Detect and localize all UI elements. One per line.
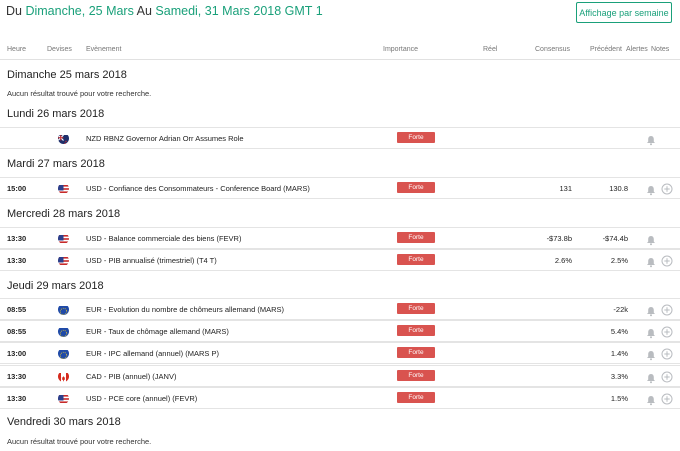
event-title[interactable]: USD - Confiance des Consommateurs - Conf…	[86, 184, 310, 193]
event-row[interactable]: 13:30 USD - PIB annualisé (trimestriel) (…	[0, 249, 680, 271]
col-evenement: Evènement	[86, 46, 122, 53]
importance-badge: Forte	[397, 182, 435, 193]
event-row[interactable]: 08:55 EUR - Evolution du nombre de chômeu…	[0, 298, 680, 320]
importance-badge: Forte	[397, 303, 435, 314]
col-precedent: Précédent	[590, 46, 622, 53]
column-headers: Heure Devises Evènement Importance Réel …	[0, 42, 680, 60]
importance-badge: Forte	[397, 347, 435, 358]
importance-badge: Forte	[397, 370, 435, 381]
event-title[interactable]: EUR - IPC allemand (annuel) (MARS P)	[86, 349, 219, 358]
event-time: 13:00	[7, 349, 27, 358]
range-start-date[interactable]: Dimanche, 25 Mars	[25, 4, 133, 18]
col-reel: Réel	[483, 46, 498, 53]
previous-value: 1.4%	[610, 349, 628, 358]
event-row[interactable]: 08:55 EUR - Taux de chômage allemand (MAR…	[0, 320, 680, 342]
event-row[interactable]: 15:00 USD - Confiance des Consommateurs -…	[0, 177, 680, 199]
add-note-icon[interactable]	[661, 392, 673, 405]
add-note-icon[interactable]	[661, 370, 673, 383]
us-flag-icon	[58, 183, 69, 194]
event-row[interactable]: 13:30 USD - Balance commerciale des biens…	[0, 227, 680, 249]
bell-icon[interactable]	[646, 133, 656, 146]
col-notes: Notes	[651, 46, 670, 53]
event-title[interactable]: EUR - Evolution du nombre de chômeurs al…	[86, 305, 284, 314]
us-flag-icon	[58, 233, 69, 244]
range-timezone[interactable]: GMT 1	[285, 4, 323, 18]
previous-value: 130.8	[609, 184, 628, 193]
eu-flag-icon	[58, 348, 69, 359]
range-middle: Au	[136, 4, 152, 18]
event-title[interactable]: USD - Balance commerciale des biens (FEV…	[86, 234, 241, 243]
day-header: Mercredi 28 mars 2018	[7, 208, 121, 220]
consensus-value: 131	[559, 184, 572, 193]
event-time: 13:30	[7, 372, 27, 381]
consensus-value: -$73.8b	[546, 234, 572, 243]
event-title[interactable]: USD - PIB annualisé (trimestriel) (T4 T)	[86, 256, 217, 265]
date-range: Du Dimanche, 25 Mars Au Samedi, 31 Mars …	[6, 4, 323, 18]
event-title[interactable]: NZD RBNZ Governor Adrian Orr Assumes Rol…	[86, 134, 244, 143]
event-time: 13:30	[7, 256, 27, 265]
us-flag-icon	[58, 393, 69, 404]
add-note-icon[interactable]	[661, 303, 673, 316]
eu-flag-icon	[58, 326, 69, 337]
week-view-button[interactable]: Affichage par semaine	[576, 2, 672, 23]
bell-icon[interactable]	[646, 233, 656, 246]
day-header: Mardi 27 mars 2018	[7, 158, 105, 170]
previous-value: -22k	[613, 305, 628, 314]
importance-badge: Forte	[397, 254, 435, 265]
bell-icon[interactable]	[646, 304, 656, 317]
no-result-text: Aucun résultat trouvé pour votre recherc…	[7, 437, 152, 446]
importance-badge: Forte	[397, 325, 435, 336]
previous-value: -$74.4b	[602, 234, 628, 243]
event-time: 08:55	[7, 327, 27, 336]
add-note-icon[interactable]	[661, 325, 673, 338]
header-bar: Du Dimanche, 25 Mars Au Samedi, 31 Mars …	[0, 0, 680, 36]
event-row[interactable]: 13:30 CAD - PIB (annuel) (JANV) Forte 3.3%	[0, 365, 680, 387]
col-importance: Importance	[383, 46, 419, 53]
no-result-text: Aucun résultat trouvé pour votre recherc…	[7, 89, 152, 98]
eu-flag-icon	[58, 304, 69, 315]
day-header: Jeudi 29 mars 2018	[7, 280, 104, 292]
add-note-icon[interactable]	[661, 347, 673, 360]
col-heure: Heure	[7, 46, 27, 53]
previous-value: 2.5%	[610, 256, 628, 265]
importance-badge: Forte	[397, 132, 435, 143]
event-title[interactable]: USD - PCE core (annuel) (FEVR)	[86, 394, 197, 403]
event-row[interactable]: 13:30 USD - PCE core (annuel) (FEVR) Forte…	[0, 387, 680, 409]
col-consensus: Consensus	[535, 46, 571, 53]
event-title[interactable]: CAD - PIB (annuel) (JANV)	[86, 372, 176, 381]
us-flag-icon	[58, 255, 69, 266]
event-title[interactable]: EUR - Taux de chômage allemand (MARS)	[86, 327, 229, 336]
event-row[interactable]: 13:00 EUR - IPC allemand (annuel) (MARS P…	[0, 342, 680, 364]
event-row[interactable]: NZD RBNZ Governor Adrian Orr Assumes Rol…	[0, 127, 680, 149]
importance-badge: Forte	[397, 232, 435, 243]
event-time: 08:55	[7, 305, 27, 314]
previous-value: 5.4%	[610, 327, 628, 336]
nz-flag-icon	[58, 133, 69, 144]
add-note-icon[interactable]	[661, 182, 673, 195]
range-end-date[interactable]: Samedi, 31 Mars 2018	[155, 4, 281, 18]
ca-flag-icon	[58, 371, 69, 382]
col-devises: Devises	[47, 46, 72, 53]
range-prefix: Du	[6, 4, 22, 18]
event-time: 13:30	[7, 234, 27, 243]
event-time: 13:30	[7, 394, 27, 403]
add-note-icon[interactable]	[661, 254, 673, 267]
bell-icon[interactable]	[646, 255, 656, 268]
previous-value: 1.5%	[610, 394, 628, 403]
bell-icon[interactable]	[646, 348, 656, 361]
day-header: Dimanche 25 mars 2018	[7, 69, 127, 81]
previous-value: 3.3%	[610, 372, 628, 381]
bell-icon[interactable]	[646, 183, 656, 196]
importance-badge: Forte	[397, 392, 435, 403]
day-header: Vendredi 30 mars 2018	[7, 416, 121, 428]
col-alertes: Alertes	[626, 46, 648, 53]
bell-icon[interactable]	[646, 371, 656, 384]
event-time: 15:00	[7, 184, 27, 193]
bell-icon[interactable]	[646, 393, 656, 406]
bell-icon[interactable]	[646, 326, 656, 339]
consensus-value: 2.6%	[554, 256, 572, 265]
day-header: Lundi 26 mars 2018	[7, 108, 105, 120]
